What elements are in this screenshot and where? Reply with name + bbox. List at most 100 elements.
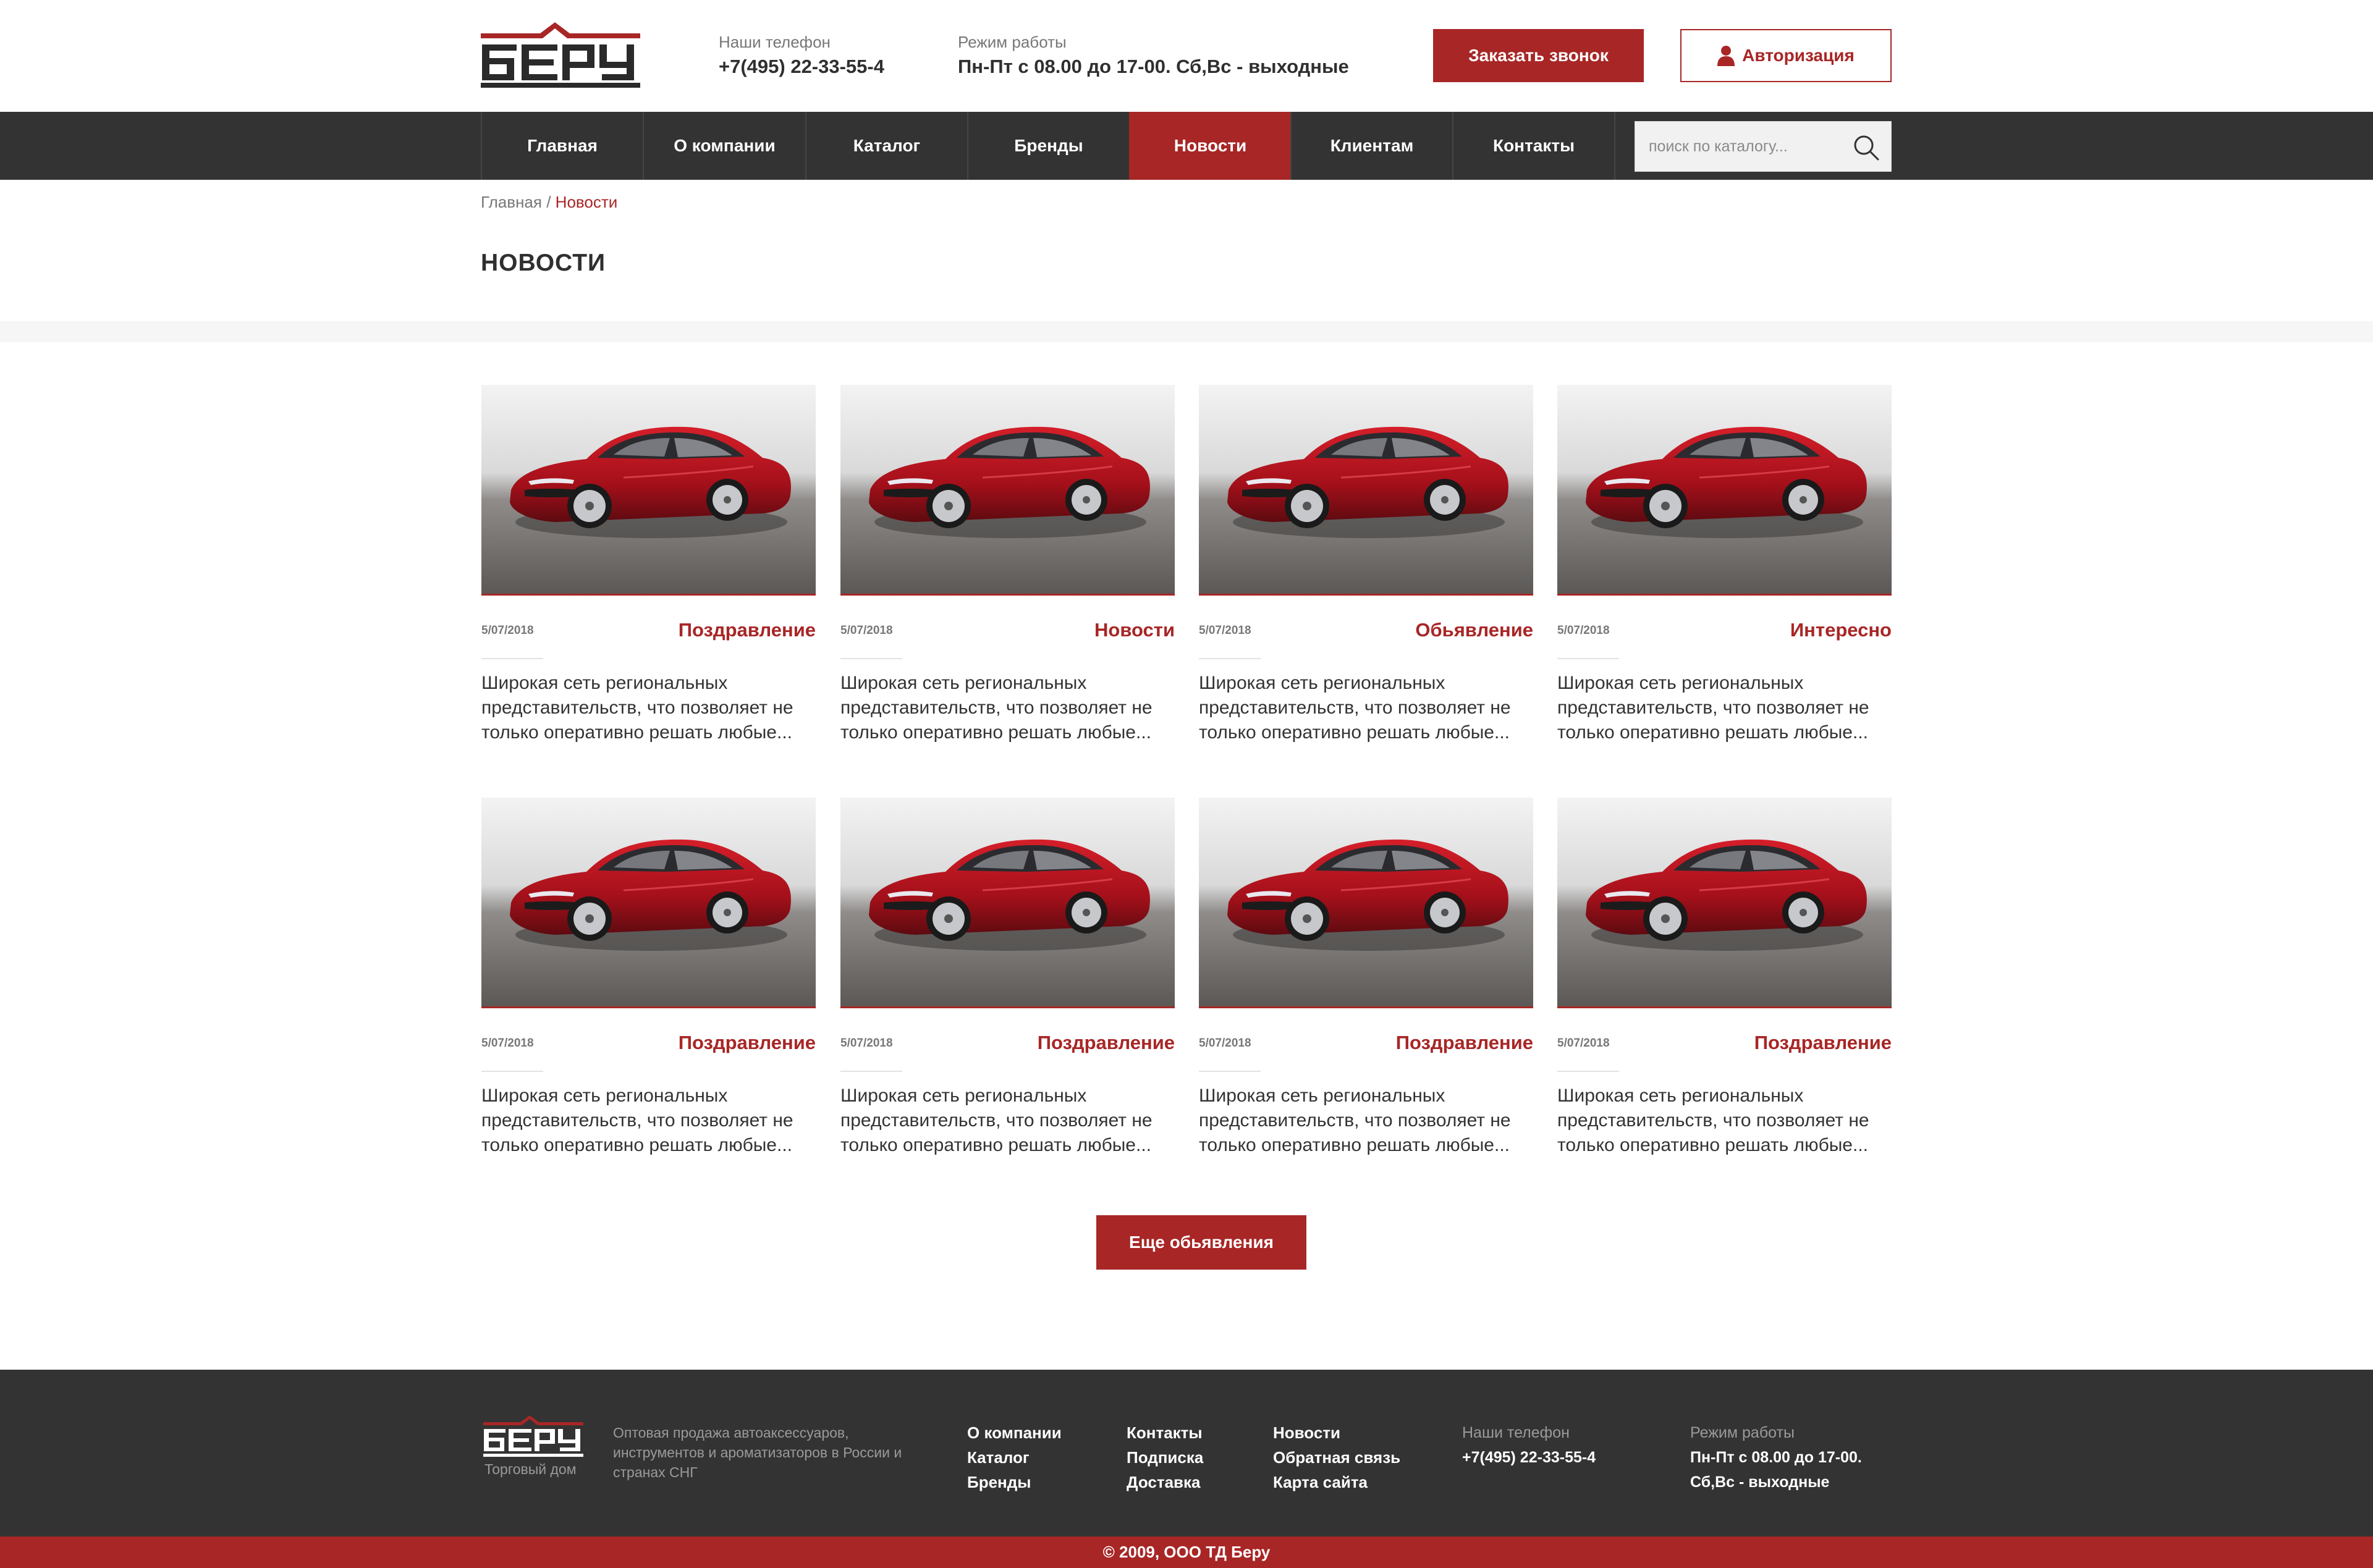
date-divider — [1199, 1071, 1261, 1072]
news-card: 5/07/2018 Поздравление Широкая сеть реги… — [1199, 798, 1533, 1158]
logo[interactable] — [481, 22, 640, 89]
footer-logo-caption: Торговый дом — [484, 1461, 577, 1477]
footer-link-brands[interactable]: Бренды — [967, 1470, 1062, 1494]
auth-button[interactable]: Авторизация — [1680, 29, 1892, 82]
news-meta: 5/07/2018 Новости — [840, 619, 1175, 659]
nav-item-clients[interactable]: Клиентам — [1290, 112, 1452, 180]
footer-phone-label: Наши телефон — [1462, 1424, 1570, 1441]
news-image[interactable] — [1557, 385, 1892, 596]
phone-label: Наши телефон — [719, 33, 831, 51]
main-nav: Главная О компании Каталог Бренды Новост… — [0, 112, 2373, 180]
footer-phone: Наши телефон +7(495) 22-33-55-4 — [1462, 1420, 1596, 1470]
date-divider — [1557, 1071, 1619, 1072]
search-box — [1635, 121, 1892, 172]
news-date: 5/07/2018 — [481, 624, 534, 637]
news-category[interactable]: Поздравление — [679, 1032, 816, 1054]
news-meta: 5/07/2018 Поздравление — [481, 1032, 816, 1072]
car-photo — [840, 798, 1175, 1006]
footer-description: Оптовая продажа автоаксессуаров, инструм… — [613, 1425, 902, 1480]
date-divider — [481, 1071, 543, 1072]
breadcrumb: Главная / Новости — [481, 193, 617, 212]
footer-link-delivery[interactable]: Доставка — [1127, 1470, 1203, 1494]
header-hours: Режим работы Пн-Пт с 08.00 до 17-00. Сб,… — [958, 32, 1349, 79]
news-category[interactable]: Интересно — [1790, 619, 1892, 641]
search-input[interactable] — [1635, 122, 1839, 171]
news-date: 5/07/2018 — [1199, 1037, 1251, 1050]
footer-link-about[interactable]: О компании — [967, 1420, 1062, 1445]
footer-link-sitemap[interactable]: Карта сайта — [1273, 1470, 1400, 1494]
nav-item-catalog[interactable]: Каталог — [805, 112, 967, 180]
news-image[interactable] — [481, 385, 816, 596]
search-button[interactable] — [1851, 133, 1880, 161]
news-date: 5/07/2018 — [1199, 624, 1251, 637]
news-category[interactable]: Обьявление — [1415, 619, 1533, 641]
news-card: 5/07/2018 Обьявление Широкая сеть регион… — [1199, 385, 1533, 745]
page-title: НОВОСТИ — [481, 250, 606, 276]
car-photo — [481, 798, 816, 1006]
footer-phone-value[interactable]: +7(495) 22-33-55-4 — [1462, 1445, 1596, 1470]
news-excerpt[interactable]: Широкая сеть региональных представительс… — [1557, 671, 1892, 745]
news-category[interactable]: Новости — [1094, 619, 1175, 641]
date-divider — [840, 658, 902, 659]
site-footer: Торговый дом Оптовая продажа автоаксессу… — [0, 1370, 2373, 1536]
date-divider — [481, 658, 543, 659]
news-meta: 5/07/2018 Поздравление — [481, 619, 816, 659]
news-image[interactable] — [840, 385, 1175, 596]
footer-link-catalog[interactable]: Каталог — [967, 1445, 1062, 1470]
car-photo — [840, 385, 1175, 594]
news-image[interactable] — [1199, 798, 1533, 1008]
footer-hours: Режим работы Пн-Пт с 08.00 до 17-00. Сб,… — [1690, 1420, 1888, 1494]
date-divider — [840, 1071, 902, 1072]
news-excerpt[interactable]: Широкая сеть региональных представительс… — [840, 671, 1175, 745]
car-photo — [1199, 798, 1533, 1006]
nav-item-about[interactable]: О компании — [643, 112, 805, 180]
news-category[interactable]: Поздравление — [1038, 1032, 1175, 1054]
nav-item-home[interactable]: Главная — [481, 112, 643, 180]
news-category[interactable]: Поздравление — [1754, 1032, 1892, 1054]
nav-item-contacts[interactable]: Контакты — [1452, 112, 1615, 180]
news-date: 5/07/2018 — [1557, 624, 1610, 637]
news-image[interactable] — [840, 798, 1175, 1008]
auth-label: Авторизация — [1742, 46, 1855, 65]
news-excerpt[interactable]: Широкая сеть региональных представительс… — [1199, 1084, 1533, 1158]
nav-item-brands[interactable]: Бренды — [967, 112, 1129, 180]
news-excerpt[interactable]: Широкая сеть региональных представительс… — [1557, 1084, 1892, 1158]
news-card: 5/07/2018 Поздравление Широкая сеть реги… — [1557, 798, 1892, 1158]
news-card: 5/07/2018 Поздравление Широкая сеть реги… — [481, 385, 816, 745]
footer-hours-value: Пн-Пт с 08.00 до 17-00. Сб,Вс - выходные — [1690, 1449, 1862, 1491]
footer-link-subscribe[interactable]: Подписка — [1127, 1445, 1203, 1470]
footer-link-contacts[interactable]: Контакты — [1127, 1420, 1203, 1445]
nav-item-news[interactable]: Новости — [1129, 112, 1290, 180]
news-date: 5/07/2018 — [840, 1037, 893, 1050]
news-image[interactable] — [1199, 385, 1533, 596]
news-image[interactable] — [481, 798, 816, 1008]
news-category[interactable]: Поздравление — [679, 619, 816, 641]
news-meta: 5/07/2018 Поздравление — [840, 1032, 1175, 1072]
date-divider — [1557, 658, 1619, 659]
header-phone: Наши телефон +7(495) 22-33-55-4 — [719, 32, 884, 79]
site-header: Наши телефон +7(495) 22-33-55-4 Режим ра… — [0, 0, 2373, 112]
news-date: 5/07/2018 — [481, 1037, 534, 1050]
news-excerpt[interactable]: Широкая сеть региональных представительс… — [1199, 671, 1533, 745]
more-news-button[interactable]: Еще обьявления — [1096, 1215, 1306, 1270]
news-card: 5/07/2018 Интересно Широкая сеть региона… — [1557, 385, 1892, 745]
copyright-bar: © 2009, ООО ТД Беру — [0, 1536, 2373, 1568]
news-category[interactable]: Поздравление — [1396, 1032, 1533, 1054]
breadcrumb-home[interactable]: Главная — [481, 193, 542, 211]
footer-logo-mark — [483, 1415, 583, 1457]
news-date: 5/07/2018 — [840, 624, 893, 637]
news-meta: 5/07/2018 Интересно — [1557, 619, 1892, 659]
footer-link-news[interactable]: Новости — [1273, 1420, 1400, 1445]
news-excerpt[interactable]: Широкая сеть региональных представительс… — [840, 1084, 1175, 1158]
footer-links-col2: Контакты Подписка Доставка — [1127, 1420, 1203, 1494]
car-photo — [1557, 385, 1892, 594]
news-image[interactable] — [1557, 798, 1892, 1008]
date-divider — [1199, 658, 1261, 659]
phone-value[interactable]: +7(495) 22-33-55-4 — [719, 54, 884, 79]
news-excerpt[interactable]: Широкая сеть региональных представительс… — [481, 1084, 816, 1158]
footer-logo[interactable] — [483, 1415, 583, 1457]
news-excerpt[interactable]: Широкая сеть региональных представительс… — [481, 671, 816, 745]
callback-button[interactable]: Заказать звонок — [1433, 29, 1644, 82]
footer-link-feedback[interactable]: Обратная связь — [1273, 1445, 1400, 1470]
news-card: 5/07/2018 Поздравление Широкая сеть реги… — [840, 798, 1175, 1158]
